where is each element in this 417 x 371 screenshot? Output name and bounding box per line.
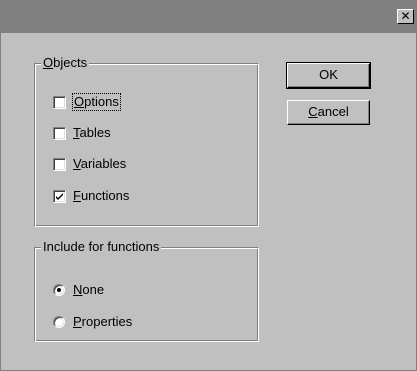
objects-group-label: Objects [41,55,90,71]
title-bar: ✕ [1,1,416,33]
include-group-label: Include for functions [41,239,162,255]
radio-none-button[interactable] [53,284,65,296]
radio-none[interactable]: None [53,282,104,298]
checkbox-options[interactable]: Options [53,93,121,111]
cancel-button-label: Cancel [308,104,349,119]
checkbox-variables-label: Variables [73,156,127,171]
checkbox-options-box[interactable] [53,95,66,109]
checkbox-functions[interactable]: Functions [53,188,129,204]
radio-properties-label: Properties [73,314,133,329]
ok-button[interactable]: OK [286,62,371,89]
include-group: Include for functions None Properties [34,239,259,342]
checkbox-options-label: Options [72,93,121,111]
checkbox-tables[interactable]: Tables [53,125,111,141]
checkmark-icon [56,192,63,200]
checkbox-variables[interactable]: Variables [53,156,126,172]
checkbox-functions-label: Functions [73,188,130,203]
checkbox-tables-box[interactable] [53,126,66,140]
radio-none-label: None [73,282,105,297]
checkbox-functions-box[interactable] [53,189,66,203]
radio-properties-button[interactable] [53,316,65,328]
checkbox-tables-label: Tables [73,125,111,140]
objects-group: Objects Options Tables Variables Functio… [34,55,259,227]
cancel-button[interactable]: Cancel [287,100,370,125]
radio-properties[interactable]: Properties [53,314,132,330]
close-button[interactable]: ✕ [397,9,414,24]
ok-button-label: OK [319,67,338,82]
dialog-window: ✕ Objects Options Tables Variables Funct… [0,0,417,371]
checkbox-variables-box[interactable] [53,157,66,171]
close-icon: ✕ [400,9,411,23]
